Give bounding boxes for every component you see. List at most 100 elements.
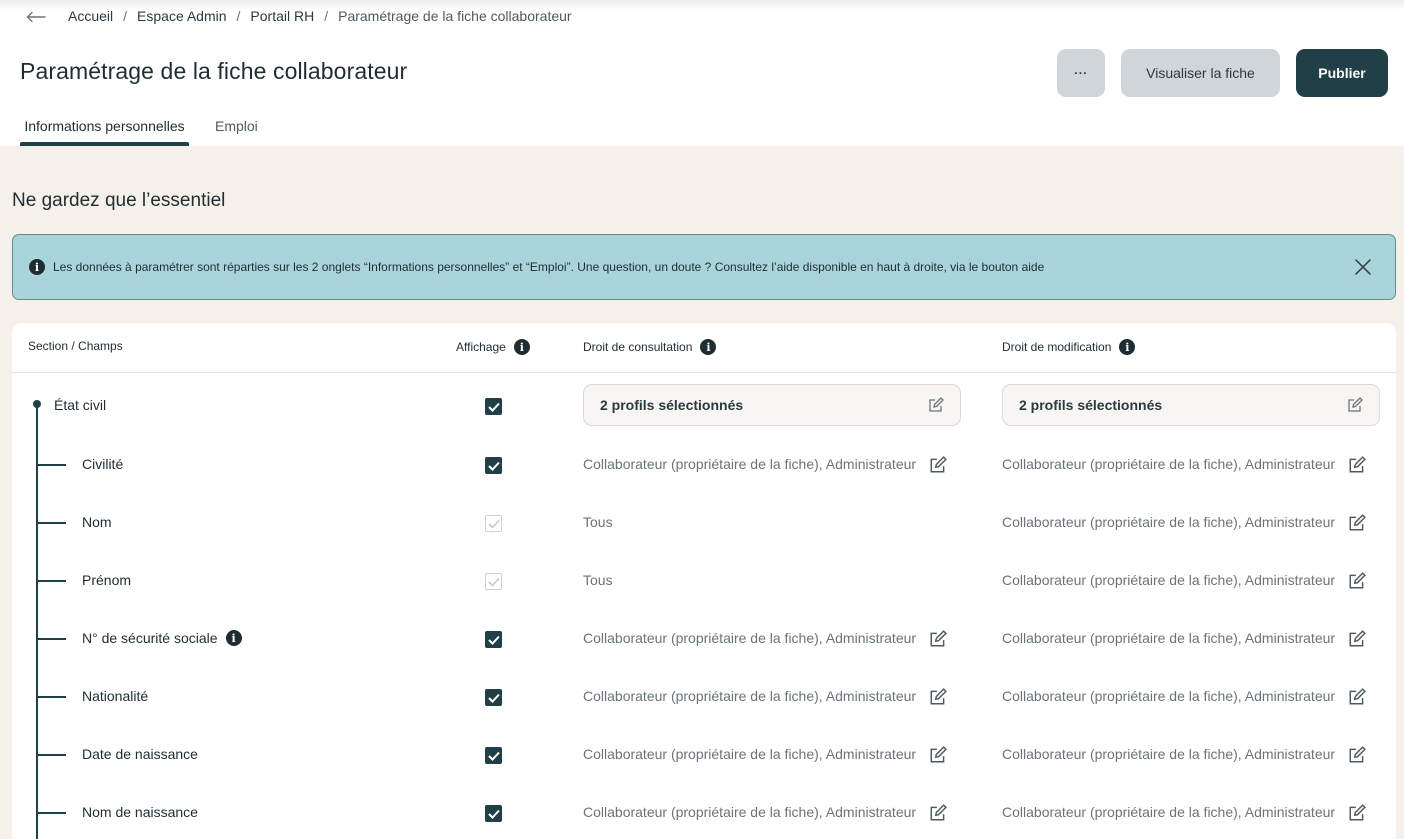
field-label: Civilité bbox=[82, 456, 123, 472]
checkmark-icon bbox=[487, 751, 500, 761]
breadcrumb-separator: / bbox=[324, 8, 329, 24]
checkmark-icon bbox=[487, 577, 500, 587]
display-checkbox[interactable] bbox=[485, 805, 502, 822]
field-label-text: Nationalité bbox=[82, 688, 149, 704]
field-label-text: Civilité bbox=[82, 456, 124, 472]
edit-icon bbox=[1349, 630, 1366, 647]
field-label: Nationalité bbox=[82, 688, 148, 704]
tree-branch bbox=[36, 754, 66, 756]
consultation-value: Collaborateur (propriétaire de la fiche)… bbox=[583, 456, 917, 472]
field-label: Date de naissance bbox=[82, 746, 198, 762]
consultation-value: Collaborateur (propriétaire de la fiche)… bbox=[583, 804, 917, 820]
table-row: Prénom Tous Collaborateur (propriétaire de… bbox=[12, 552, 1396, 610]
checkmark-icon bbox=[487, 461, 500, 471]
field-label-text: Nom bbox=[82, 514, 112, 530]
consultation-value: Collaborateur (propriétaire de la fiche)… bbox=[583, 746, 917, 762]
view-sheet-button[interactable]: Visualiser la fiche bbox=[1121, 49, 1280, 97]
table-row: Civilité Collaborateur (propriétaire de l… bbox=[12, 436, 1396, 494]
header-consultation: Droit de consultation i bbox=[583, 339, 717, 355]
display-checkbox[interactable] bbox=[485, 457, 502, 474]
header-display-label: Affichage bbox=[456, 340, 506, 354]
modification-value: Collaborateur (propriétaire de la fiche)… bbox=[1002, 746, 1336, 762]
edit-modification-button[interactable] bbox=[1348, 514, 1366, 532]
header-section: Section / Champs bbox=[28, 339, 123, 353]
display-checkbox[interactable] bbox=[485, 747, 502, 764]
edit-icon bbox=[930, 456, 947, 473]
consultation-value: Tous bbox=[583, 572, 613, 588]
edit-icon bbox=[930, 630, 947, 647]
consultation-value: Collaborateur (propriétaire de la fiche)… bbox=[583, 688, 917, 704]
breadcrumb-espace-admin[interactable]: Espace Admin bbox=[137, 8, 227, 24]
consultation-value: Collaborateur (propriétaire de la fiche)… bbox=[583, 630, 917, 646]
consultation-value: Tous bbox=[583, 514, 613, 530]
edit-modification-button[interactable] bbox=[1348, 804, 1366, 822]
edit-modification-button[interactable] bbox=[1348, 746, 1366, 764]
edit-consultation-button[interactable] bbox=[929, 804, 947, 822]
edit-icon bbox=[930, 804, 947, 821]
modification-value: Collaborateur (propriétaire de la fiche)… bbox=[1002, 456, 1336, 472]
info-banner: i Les données à paramétrer sont répartie… bbox=[12, 234, 1396, 300]
breadcrumb-current: Paramétrage de la fiche collaborateur bbox=[338, 8, 572, 24]
breadcrumb-accueil[interactable]: Accueil bbox=[68, 8, 113, 24]
field-label: Prénom bbox=[82, 572, 131, 588]
checkmark-icon bbox=[487, 402, 500, 412]
tree-branch bbox=[36, 812, 66, 814]
table-header: Section / Champs Affichage i Droit de con… bbox=[12, 323, 1396, 373]
close-banner-button[interactable] bbox=[1353, 257, 1373, 277]
edit-icon bbox=[1349, 456, 1366, 473]
header-modification: Droit de modification i bbox=[1002, 339, 1136, 355]
display-checkbox-disabled bbox=[485, 515, 502, 532]
tree-branch bbox=[36, 696, 66, 698]
edit-icon bbox=[1349, 514, 1366, 531]
info-icon[interactable]: i bbox=[700, 339, 717, 355]
modification-profiles-select[interactable]: 2 profils sélectionnés bbox=[1002, 384, 1380, 426]
tab-emploi[interactable]: Emploi bbox=[215, 118, 258, 146]
field-label-text: Prénom bbox=[82, 572, 132, 588]
edit-modification-button[interactable] bbox=[1348, 688, 1366, 706]
edit-consultation-button[interactable] bbox=[929, 456, 947, 474]
page-title: Paramétrage de la fiche collaborateur bbox=[20, 58, 408, 84]
publish-button[interactable]: Publier bbox=[1296, 49, 1388, 97]
arrow-left-icon bbox=[26, 11, 46, 23]
edit-consultation-button[interactable] bbox=[929, 746, 947, 764]
header-modification-label: Droit de modification bbox=[1002, 340, 1112, 354]
tree-branch bbox=[36, 638, 66, 640]
breadcrumb-separator: / bbox=[236, 8, 241, 24]
checkmark-icon bbox=[487, 693, 500, 703]
edit-icon bbox=[1348, 397, 1363, 412]
breadcrumb-portail-rh[interactable]: Portail RH bbox=[250, 8, 314, 24]
modification-value: Collaborateur (propriétaire de la fiche)… bbox=[1002, 688, 1336, 704]
consultation-profiles-select[interactable]: 2 profils sélectionnés bbox=[583, 384, 961, 426]
header-section-label: Section / Champs bbox=[28, 339, 123, 353]
table-row: Nom de naissance Collaborateur (propriéta… bbox=[12, 784, 1396, 839]
info-icon[interactable]: i bbox=[513, 339, 530, 355]
table-row: Nationalité Collaborateur (propriétaire d… bbox=[12, 668, 1396, 726]
info-icon: i bbox=[29, 259, 45, 275]
display-checkbox[interactable] bbox=[485, 631, 502, 648]
edit-modification-button[interactable] bbox=[1348, 630, 1366, 648]
tab-informations-personnelles[interactable]: Informations personnelles bbox=[20, 118, 189, 146]
group-label: État civil bbox=[54, 397, 107, 413]
table-row: Date de naissance Collaborateur (propriét… bbox=[12, 726, 1396, 784]
close-icon bbox=[1355, 259, 1371, 275]
more-actions-button[interactable]: ··· bbox=[1057, 49, 1105, 97]
field-label-text: Nom de naissance bbox=[82, 804, 198, 820]
back-button[interactable] bbox=[22, 6, 50, 28]
checkmark-icon bbox=[487, 519, 500, 529]
edit-icon bbox=[1349, 746, 1366, 763]
display-checkbox[interactable] bbox=[485, 398, 502, 415]
info-icon[interactable]: i bbox=[225, 630, 242, 646]
table-row: N° de sécurité sociale i Collaborateur (pr… bbox=[12, 610, 1396, 668]
edit-icon bbox=[930, 746, 947, 763]
edit-icon bbox=[930, 688, 947, 705]
field-label: Nom de naissance bbox=[82, 804, 198, 820]
display-checkbox[interactable] bbox=[485, 689, 502, 706]
edit-consultation-button[interactable] bbox=[929, 630, 947, 648]
field-label-text: N° de sécurité sociale bbox=[82, 630, 218, 646]
modification-value: Collaborateur (propriétaire de la fiche)… bbox=[1002, 514, 1336, 530]
edit-modification-button[interactable] bbox=[1348, 572, 1366, 590]
edit-modification-button[interactable] bbox=[1348, 456, 1366, 474]
info-icon[interactable]: i bbox=[1119, 339, 1136, 355]
edit-icon bbox=[929, 397, 944, 412]
edit-consultation-button[interactable] bbox=[929, 688, 947, 706]
